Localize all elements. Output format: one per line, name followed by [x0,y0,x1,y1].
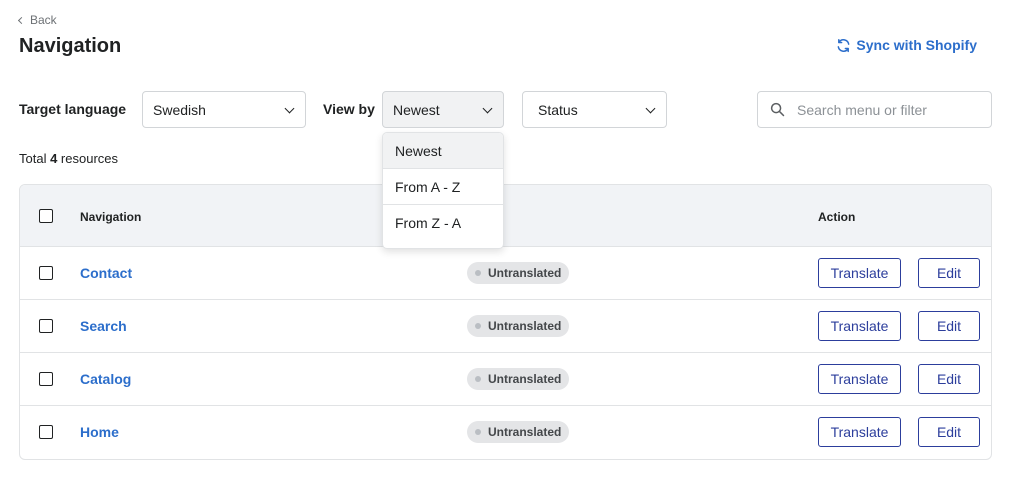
row-checkbox[interactable] [39,266,53,280]
status-dot-icon [475,270,481,276]
chevron-down-icon [645,103,656,114]
view-by-value: Newest [393,101,440,118]
status-badge: Untranslated [467,262,570,284]
translate-button[interactable]: Translate [818,311,901,341]
status-badge: Untranslated [467,368,570,390]
resources-table: Navigation Action Contact Untranslated T… [19,184,992,460]
status-text: Untranslated [488,319,562,333]
view-by-label: View by [323,101,375,117]
status-text: Untranslated [488,266,562,280]
search-icon [770,102,785,117]
translate-button[interactable]: Translate [818,364,901,394]
status-badge: Untranslated [467,421,570,443]
table-row: Catalog Untranslated Translate Edit [20,353,991,406]
search-input[interactable] [797,101,987,118]
target-language-value: Swedish [153,101,206,118]
navigation-link[interactable]: Contact [80,265,132,281]
status-select[interactable]: Status [522,91,667,128]
row-checkbox[interactable] [39,425,53,439]
chevron-down-icon [482,103,493,114]
target-language-label: Target language [19,101,127,117]
status-text: Untranslated [488,425,562,439]
column-header-action: Action [818,210,856,224]
status-dot-icon [475,429,481,435]
edit-button[interactable]: Edit [918,258,980,288]
translate-button[interactable]: Translate [818,417,901,447]
edit-button[interactable]: Edit [918,364,980,394]
navigation-link[interactable]: Catalog [80,371,131,387]
view-by-select[interactable]: Newest [382,91,504,128]
edit-button[interactable]: Edit [918,311,980,341]
row-checkbox[interactable] [39,319,53,333]
dropdown-option-newest[interactable]: Newest [383,133,503,169]
select-all-checkbox[interactable] [39,209,53,223]
table-row: Search Untranslated Translate Edit [20,300,991,353]
status-dot-icon [475,376,481,382]
chevron-down-icon [284,103,295,114]
status-dot-icon [475,323,481,329]
navigation-link[interactable]: Home [80,424,119,440]
view-by-dropdown: Newest From A - Z From Z - A [382,132,504,249]
row-checkbox[interactable] [39,372,53,386]
column-header-navigation: Navigation [80,210,142,224]
sync-icon [838,38,850,52]
back-label: Back [30,13,57,27]
sync-label: Sync with Shopify [856,37,977,53]
navigation-link[interactable]: Search [80,318,127,334]
page-title: Navigation [19,35,122,57]
table-row: Contact Untranslated Translate Edit [20,247,991,300]
back-link[interactable]: Back [17,13,57,27]
edit-button[interactable]: Edit [918,417,980,447]
table-row: Home Untranslated Translate Edit [20,406,991,459]
status-badge: Untranslated [467,315,570,337]
total-suffix: resources [57,151,119,166]
table-header: Navigation Action [20,185,991,247]
target-language-select[interactable]: Swedish [142,91,306,128]
translate-button[interactable]: Translate [818,258,901,288]
sync-button[interactable]: Sync with Shopify [836,37,977,53]
status-text: Untranslated [488,372,562,386]
dropdown-option-a-z[interactable]: From A - Z [383,169,503,205]
status-value: Status [538,101,578,118]
dropdown-option-z-a[interactable]: From Z - A [383,205,503,241]
total-resources: Total 4 resources [19,151,118,166]
search-field[interactable] [757,91,992,128]
total-prefix: Total [19,151,51,166]
chevron-left-icon [17,16,26,25]
